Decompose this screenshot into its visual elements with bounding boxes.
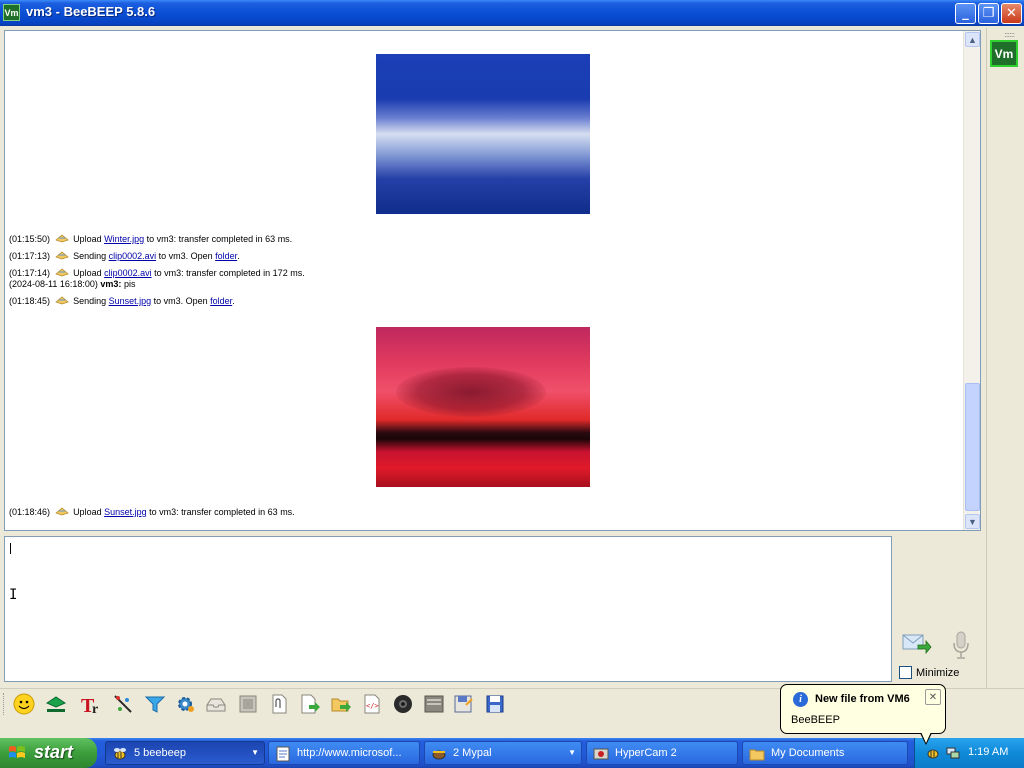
file-link[interactable]: Sunset.jpg [104,507,147,517]
file-transfer-icon [54,234,69,243]
file-link[interactable]: Winter.jpg [104,234,144,244]
underline-green-icon[interactable] [44,692,68,716]
file-transfer-icon [54,507,69,516]
hypercam-icon [593,748,609,760]
svg-text:r: r [92,702,98,715]
send-file-icon[interactable] [298,692,322,716]
sunset-image[interactable] [376,327,590,487]
svg-text:</>: </> [366,702,379,710]
notification-balloon[interactable]: i New file from VM6 BeeBEEP ✕ [780,684,946,734]
file-transfer-icon [54,296,69,305]
text-caret [10,543,11,554]
file-transfer-icon [54,251,69,260]
taskbar: start 5 beebeep ▼ http://www.microsof...… [0,738,1024,768]
chat-view[interactable]: (01:15:50) Upload Winter.jpg to vm3: tra… [4,30,981,531]
clear-icon[interactable] [422,692,446,716]
toolbar-grip-icon[interactable] [3,693,6,715]
screenshot-icon[interactable] [236,692,260,716]
taskbar-item-hypercam[interactable]: HyperCam 2 [586,741,738,765]
scroll-down-icon[interactable]: ▼ [965,514,980,529]
file-link[interactable]: clip0002.avi [104,268,152,278]
ibeam-cursor-icon: I [9,587,18,603]
filter-icon[interactable] [143,692,167,716]
document-icon [276,746,290,762]
chat-message: (01:15:50) Upload Winter.jpg to vm3: tra… [9,234,293,244]
inbox-icon[interactable] [204,692,228,716]
close-button[interactable]: ✕ [1001,3,1022,24]
webcam-icon[interactable] [391,692,415,716]
start-button[interactable]: start [0,738,97,768]
chat-message: (01:17:14) Upload clip0002.avi to vm3: t… [9,268,305,278]
maximize-button[interactable]: ❐ [978,3,999,24]
dropdown-arrow-icon: ▼ [568,748,576,757]
bee-icon [114,748,126,760]
balloon-body: BeeBEEP [791,714,840,726]
mypal-icon [432,750,446,760]
taskbar-item-my-documents[interactable]: My Documents [742,741,908,765]
minimize-checkbox[interactable] [899,666,912,679]
minimize-label: Minimize [916,667,960,679]
chat-scrollbar[interactable]: ▲ ▼ [963,31,980,530]
taskbar-item-mypal[interactable]: 2 Mypal ▼ [424,741,582,765]
attach-file-icon[interactable] [267,692,291,716]
minimize-button[interactable]: _ [955,3,976,24]
scroll-up-icon[interactable]: ▲ [965,32,980,47]
send-message-icon[interactable] [902,632,932,654]
send-folder-icon[interactable] [329,692,353,716]
user-avatar[interactable]: Vm [990,40,1018,67]
message-sender: vm3: [100,279,122,289]
info-icon: i [793,692,808,707]
font-icon[interactable]: Tr [80,692,104,716]
chat-message: (01:17:13) Sending clip0002.avi to vm3. … [9,251,240,261]
beebeep-tray-icon[interactable] [925,745,941,761]
message-input[interactable]: I [4,536,892,682]
dropdown-arrow-icon: ▼ [251,748,259,757]
app-icon: Vm [3,4,20,21]
balloon-close-icon[interactable]: ✕ [925,689,941,705]
html-code-icon[interactable]: </> [360,692,384,716]
taskbar-item-beebeep[interactable]: 5 beebeep ▼ [105,741,265,765]
emoticon-icon[interactable] [12,692,36,716]
balloon-title: New file from VM6 [815,693,910,705]
window-title: vm3 - BeeBEEP 5.8.6 [26,4,156,19]
sunset-cloud [396,367,546,417]
winter-image[interactable] [376,54,590,214]
taskbar-item-browser[interactable]: http://www.microsof... [268,741,420,765]
network-tray-icon[interactable] [945,745,961,761]
save-chat-icon[interactable] [483,692,507,716]
file-transfer-icon [54,268,69,277]
file-link[interactable]: Sunset.jpg [109,296,152,306]
title-bar[interactable]: Vm vm3 - BeeBEEP 5.8.6 _ ❐ ✕ [0,0,1024,26]
balloon-tail-inner [921,732,931,743]
folder-icon [749,749,765,761]
panel-grip-icon[interactable]: :::::: [1004,30,1015,39]
microphone-icon[interactable] [950,630,972,660]
user-panel [986,28,1024,688]
chat-message: (2024-08-11 16:18:00) vm3: pis [9,279,136,289]
settings-gear-icon[interactable] [173,692,197,716]
file-link[interactable]: clip0002.avi [109,251,157,261]
folder-link[interactable]: folder [215,251,237,261]
scroll-thumb[interactable] [965,383,980,511]
save-icon[interactable] [451,692,475,716]
folder-link[interactable]: folder [210,296,232,306]
clock[interactable]: 1:19 AM [968,746,1008,758]
windows-logo-icon [9,746,25,758]
chat-message: (01:18:46) Upload Sunset.jpg to vm3: tra… [9,507,295,517]
main-window: Vm vm3 - BeeBEEP 5.8.6 _ ❐ ✕ (01:15:50) … [0,0,1024,738]
color-picker-icon[interactable] [111,692,135,716]
chat-message: (01:18:45) Sending Sunset.jpg to vm3. Op… [9,296,235,306]
